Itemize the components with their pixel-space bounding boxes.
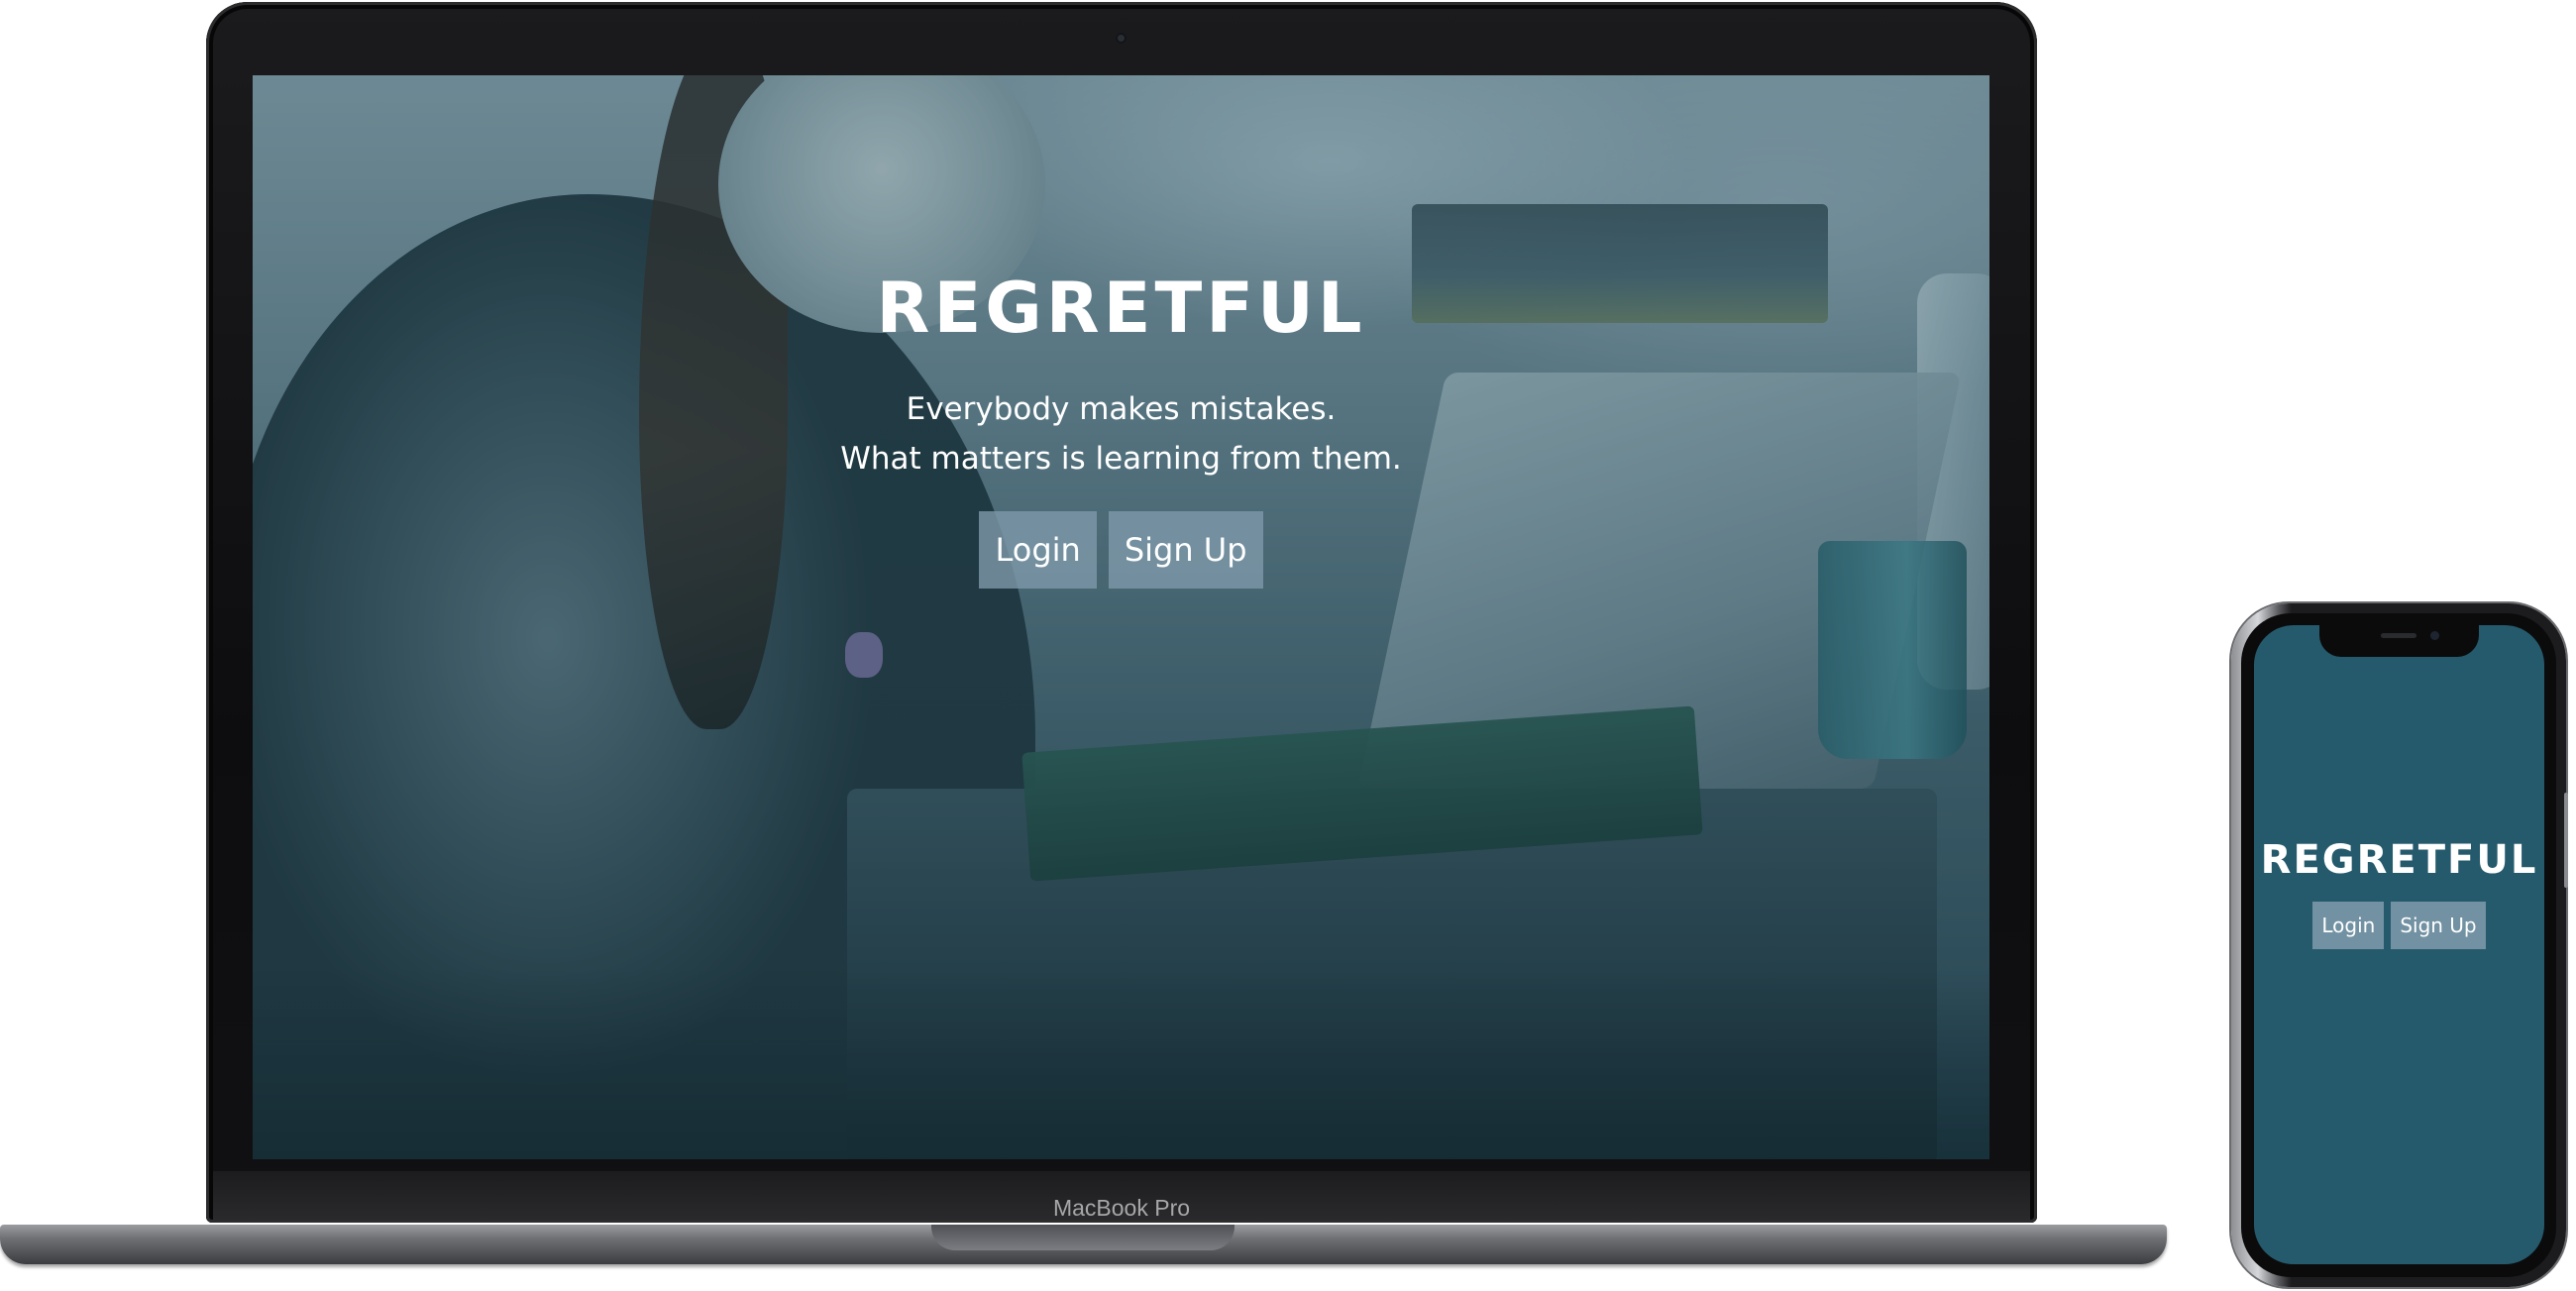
phone-side-button: [2564, 793, 2568, 888]
speaker-icon: [2381, 633, 2416, 638]
hero-actions: Login Sign Up: [253, 511, 1989, 589]
tagline-line-1: Everybody makes mistakes.: [906, 391, 1337, 427]
site-title: REGRETFUL: [876, 268, 1366, 349]
mobile-site-title: REGRETFUL: [2260, 837, 2538, 883]
hero-tagline: Everybody makes mistakes. What matters i…: [253, 384, 1989, 484]
laptop-opening-notch: [931, 1225, 1234, 1250]
signup-button[interactable]: Sign Up: [1108, 511, 1263, 589]
front-camera-icon: [2430, 631, 2439, 640]
mobile-signup-button[interactable]: Sign Up: [2391, 902, 2486, 949]
mobile-login-button[interactable]: Login: [2312, 902, 2385, 949]
macbook-pro-label: MacBook Pro: [1052, 1195, 1191, 1221]
login-button[interactable]: Login: [979, 511, 1097, 589]
laptop-screen: REGRETFUL Everybody makes mistakes. What…: [253, 75, 1989, 1159]
tagline-line-2: What matters is learning from them.: [840, 441, 1402, 477]
webcam-icon: [1116, 33, 1127, 44]
phone-screen: REGRETFUL Login Sign Up: [2254, 625, 2544, 1264]
device-mockup-stage: REGRETFUL Everybody makes mistakes. What…: [0, 0, 2576, 1291]
hero-section: REGRETFUL Everybody makes mistakes. What…: [253, 75, 1989, 1159]
phone-notch: [2319, 625, 2479, 657]
mobile-hero-actions: Login Sign Up: [2254, 902, 2544, 949]
